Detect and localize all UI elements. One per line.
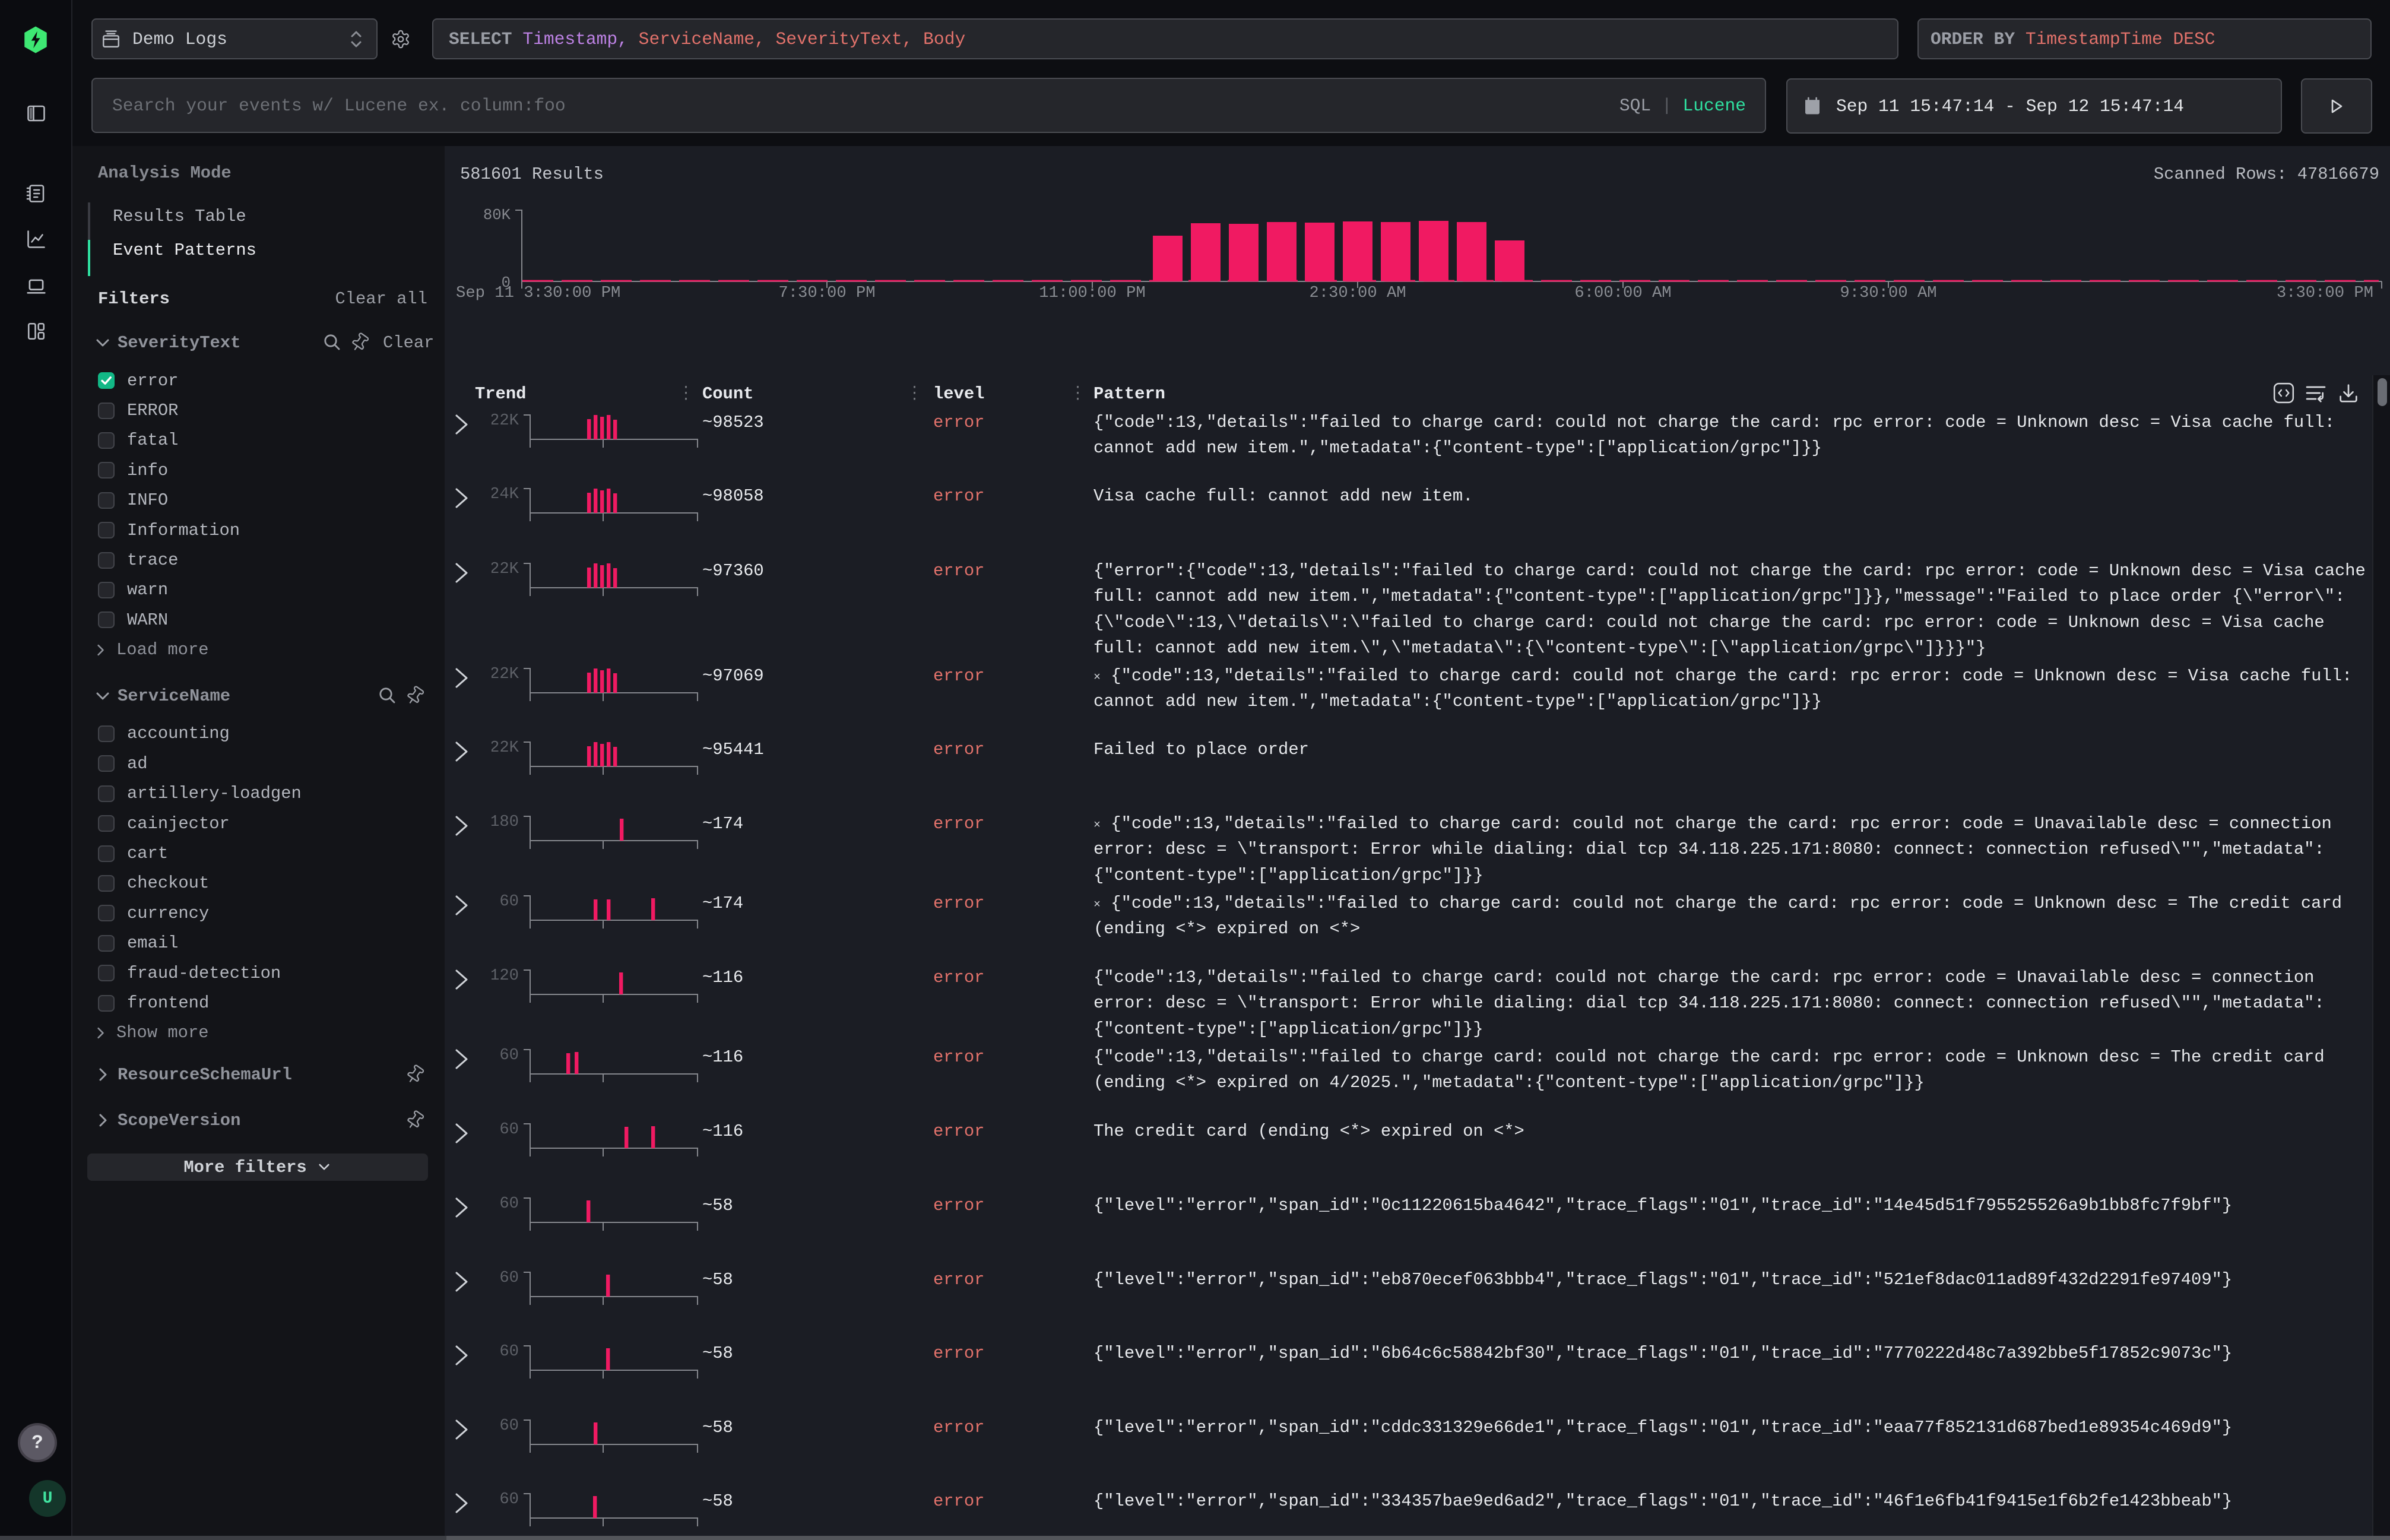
svg-text:120: 120	[492, 967, 519, 985]
svg-text:60: 60	[499, 1417, 519, 1435]
svg-text:80K: 80K	[483, 207, 511, 224]
svg-text:60: 60	[499, 892, 519, 911]
svg-text:22K: 22K	[492, 560, 519, 578]
svg-text:24K: 24K	[492, 485, 519, 503]
svg-text:60: 60	[499, 1046, 519, 1064]
svg-text:60: 60	[499, 1342, 519, 1361]
svg-text:180: 180	[492, 813, 519, 831]
svg-text:60: 60	[499, 1490, 519, 1509]
svg-text:22K: 22K	[492, 411, 519, 430]
svg-text:60: 60	[499, 1120, 519, 1139]
svg-text:60: 60	[499, 1269, 519, 1287]
svg-text:22K: 22K	[492, 665, 519, 683]
svg-text:60: 60	[499, 1194, 519, 1213]
svg-text:22K: 22K	[492, 739, 519, 757]
